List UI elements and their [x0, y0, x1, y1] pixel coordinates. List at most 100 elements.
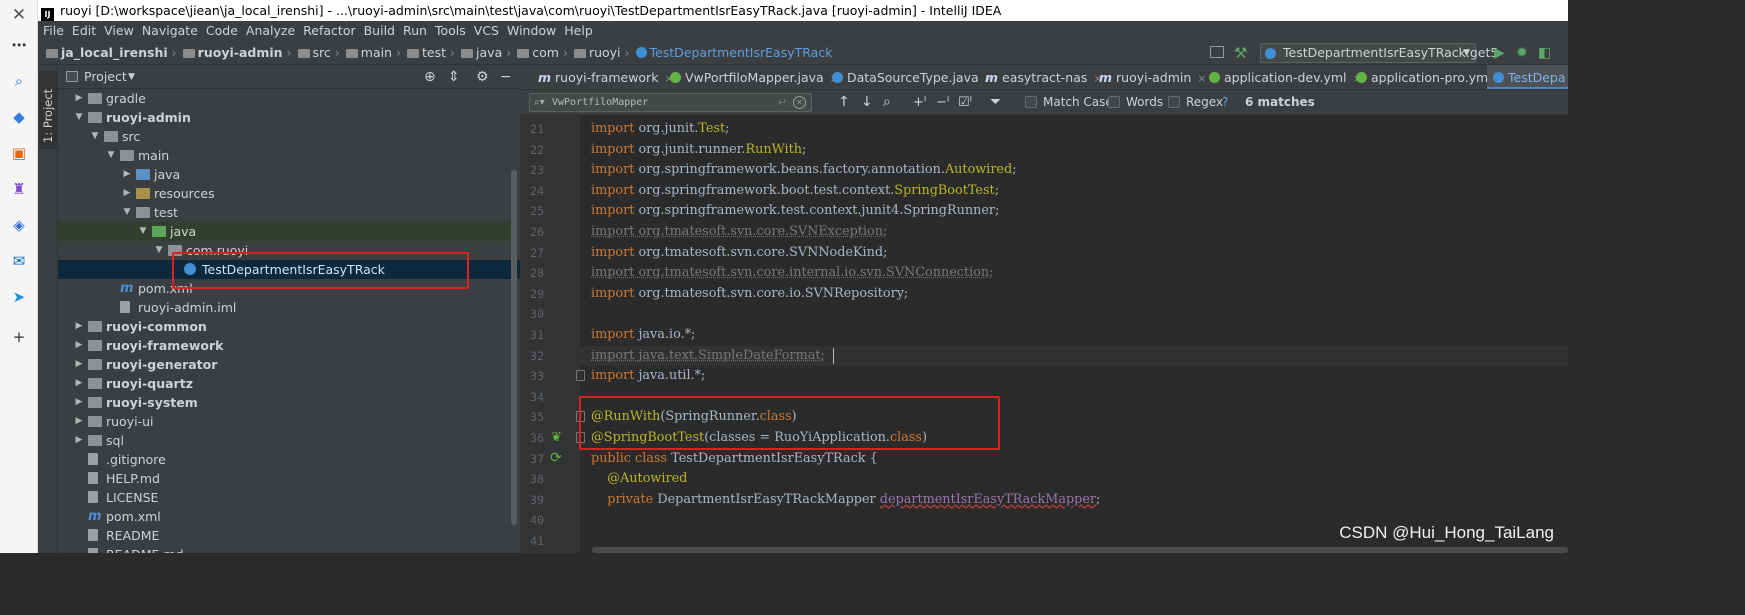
- menu-item[interactable]: Tools: [431, 21, 470, 41]
- project-tool-tab[interactable]: 1: Project: [39, 71, 57, 149]
- tree-item[interactable]: ▶ java: [58, 165, 512, 184]
- tree-item[interactable]: README.md: [58, 545, 512, 553]
- select-all-icon[interactable]: ☑ᴵ: [958, 90, 972, 115]
- tree-item[interactable]: ▶ sql: [58, 431, 512, 450]
- clear-icon[interactable]: ✕: [793, 96, 806, 109]
- run-test-icon[interactable]: ⟳: [550, 450, 562, 466]
- breadcrumb-item[interactable]: com: [515, 41, 559, 65]
- tree-item[interactable]: ▼ src: [58, 127, 512, 146]
- expanded-arrow-icon[interactable]: ▼: [74, 108, 84, 127]
- menu-item[interactable]: Window: [503, 21, 560, 41]
- words-checkbox[interactable]: [1108, 96, 1120, 108]
- chevron-down-icon[interactable]: ▼: [128, 65, 135, 89]
- expanded-arrow-icon[interactable]: ▼: [138, 222, 148, 241]
- collapsed-arrow-icon[interactable]: ▶: [74, 89, 84, 108]
- menu-item[interactable]: File: [38, 21, 68, 41]
- tag-icon[interactable]: ◆: [7, 106, 31, 128]
- tree-item[interactable]: ruoyi-admin.iml: [58, 298, 512, 317]
- tree-item[interactable]: ▶ ruoyi-system: [58, 393, 512, 412]
- menu-item[interactable]: View: [100, 21, 138, 41]
- tree-item[interactable]: README: [58, 526, 512, 545]
- expanded-arrow-icon[interactable]: ▼: [106, 146, 116, 165]
- menu-item[interactable]: Refactor: [299, 21, 359, 41]
- tree-item[interactable]: ▶ ruoyi-framework: [58, 336, 512, 355]
- code-line[interactable]: import org.tmatesoft.svn.core.internal.i…: [591, 263, 993, 283]
- filter-icon[interactable]: ⏷: [990, 90, 1001, 115]
- editor-tab[interactable]: VwPortfiloMapper.java×: [664, 65, 839, 89]
- collapsed-arrow-icon[interactable]: ▶: [74, 355, 84, 374]
- tree-item[interactable]: ▶ ruoyi-generator: [58, 355, 512, 374]
- expanded-arrow-icon[interactable]: ▼: [154, 241, 164, 260]
- outlook-icon[interactable]: ✉: [7, 250, 31, 272]
- more-icon[interactable]: ⋯: [7, 34, 31, 56]
- send-icon[interactable]: ➤: [7, 286, 31, 308]
- tree-item[interactable]: ▶ ruoyi-ui: [58, 412, 512, 431]
- tree-item[interactable]: ▶ gradle: [58, 89, 512, 108]
- collapsed-arrow-icon[interactable]: ▶: [74, 374, 84, 393]
- code-line[interactable]: import org.tmatesoft.svn.core.SVNExcepti…: [591, 222, 887, 242]
- collapsed-arrow-icon[interactable]: ▶: [74, 393, 84, 412]
- regex-help-link[interactable]: ?: [1222, 90, 1228, 115]
- breadcrumb-item[interactable]: main: [344, 41, 392, 65]
- editor-tab[interactable]: m ruoyi-framework ×: [532, 65, 674, 89]
- expanded-arrow-icon[interactable]: ▼: [122, 203, 132, 222]
- tree-item[interactable]: HELP.md: [58, 469, 512, 488]
- fold-marker-icon[interactable]: [576, 370, 585, 381]
- build-hammer-icon[interactable]: ⚒: [1234, 42, 1247, 64]
- code-line[interactable]: import org.tmatesoft.svn.core.io.SVNRepo…: [591, 284, 908, 304]
- chess-icon[interactable]: ♜: [7, 178, 31, 200]
- collapsed-arrow-icon[interactable]: ▶: [74, 317, 84, 336]
- toolbox-icon[interactable]: ▣: [7, 142, 31, 164]
- close-icon[interactable]: ✕: [7, 4, 31, 26]
- remove-selection-icon[interactable]: −ᴵ: [936, 90, 949, 115]
- coverage-icon[interactable]: ◧: [1538, 41, 1551, 65]
- menu-item[interactable]: Code: [202, 21, 242, 41]
- previous-occurrence-icon[interactable]: ↑: [838, 90, 850, 115]
- editor-tab[interactable]: application-pro.yml×: [1350, 65, 1507, 89]
- breadcrumb-item[interactable]: java: [459, 41, 502, 65]
- search-icon[interactable]: ⌕: [7, 70, 31, 92]
- collapse-all-icon[interactable]: ⇕: [448, 65, 460, 89]
- run-icon[interactable]: ▶: [1494, 41, 1505, 65]
- debug-icon[interactable]: ✹: [1516, 41, 1528, 65]
- find-input[interactable]: ⌕▾ VwPortfiloMapper ↵ ✕: [529, 93, 812, 112]
- spring-bean-icon[interactable]: ❦: [551, 430, 562, 445]
- breadcrumb-item[interactable]: src: [296, 41, 331, 65]
- run-config-select[interactable]: TestDepartmentIsrEasyTRack.get5 ▼: [1260, 43, 1498, 63]
- editor-horizontal-scrollbar[interactable]: [592, 547, 1568, 553]
- editor-tab[interactable]: m easytract-nas ×: [979, 65, 1103, 89]
- copilot-icon[interactable]: ◈: [7, 214, 31, 236]
- breadcrumb-item[interactable]: ruoyi-admin: [181, 41, 283, 65]
- code-line[interactable]: private DepartmentIsrEasyTRackMapper dep…: [591, 490, 1100, 510]
- tree-item[interactable]: ▼ ruoyi-admin: [58, 108, 512, 127]
- menu-item[interactable]: Navigate: [138, 21, 202, 41]
- breadcrumb-item[interactable]: ja_local_irenshi: [44, 41, 168, 65]
- collapsed-arrow-icon[interactable]: ▶: [74, 431, 84, 450]
- add-selection-icon[interactable]: +ᴵ: [913, 90, 926, 115]
- menu-item[interactable]: Edit: [68, 21, 100, 41]
- add-icon[interactable]: +: [7, 326, 31, 348]
- next-occurrence-icon[interactable]: ↓: [861, 90, 873, 115]
- regex-checkbox[interactable]: [1168, 96, 1180, 108]
- editor-tab[interactable]: m ruoyi-admin ×: [1093, 65, 1207, 89]
- layout-icon[interactable]: [1210, 46, 1224, 58]
- locate-icon[interactable]: ⊕: [424, 65, 436, 89]
- menu-item[interactable]: Help: [560, 21, 597, 41]
- tree-item[interactable]: ▶ ruoyi-common: [58, 317, 512, 336]
- menu-item[interactable]: Analyze: [242, 21, 299, 41]
- editor-tab[interactable]: application-dev.yml×: [1203, 65, 1362, 89]
- code-line[interactable]: import org.junit.Test;: [591, 119, 729, 139]
- code-line[interactable]: import org.springframework.test.context.…: [591, 201, 999, 221]
- menu-item[interactable]: Build: [360, 21, 399, 41]
- tree-item[interactable]: ▼ test: [58, 203, 512, 222]
- code-line[interactable]: import java.io.*;: [591, 325, 695, 345]
- collapsed-arrow-icon[interactable]: ▶: [74, 336, 84, 355]
- breadcrumb-item[interactable]: ruoyi: [572, 41, 621, 65]
- tree-item[interactable]: LICENSE: [58, 488, 512, 507]
- menu-item[interactable]: VCS: [470, 21, 503, 41]
- tree-item[interactable]: m pom.xml: [58, 507, 512, 526]
- code-line[interactable]: import org.springframework.boot.test.con…: [591, 181, 999, 201]
- tree-item[interactable]: .gitignore: [58, 450, 512, 469]
- tree-item[interactable]: ▼ main: [58, 146, 512, 165]
- code-line[interactable]: import org.springframework.beans.factory…: [591, 160, 1017, 180]
